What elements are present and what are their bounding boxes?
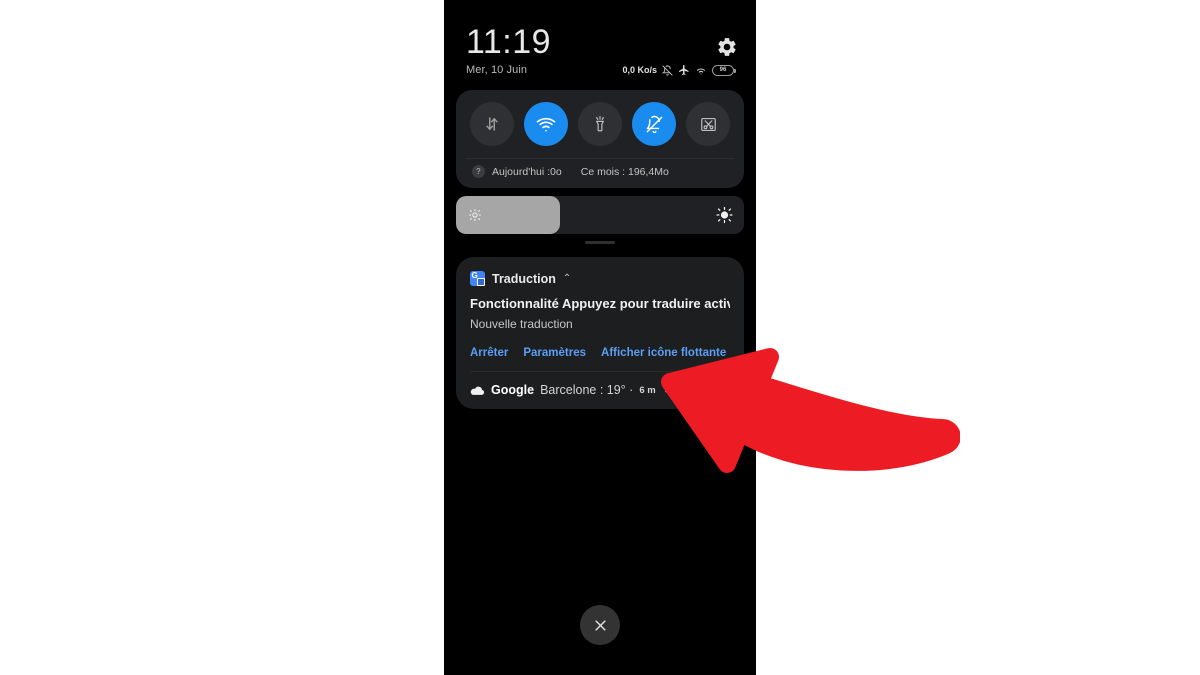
quick-settings-toggles <box>466 102 734 146</box>
close-icon <box>593 618 608 633</box>
weather-source-label: Google <box>491 383 535 397</box>
data-usage-row[interactable]: ? Aujourd'hui :0o Ce mois : 196,4Mo <box>466 158 734 180</box>
bell-off-icon <box>645 115 664 134</box>
brightness-low-icon <box>468 208 482 222</box>
qs-toggle-screenshot[interactable] <box>686 102 730 146</box>
data-transfer-icon <box>483 115 501 133</box>
shade-header: 11:19 Mer, 10 Juin 0,0 Ko/s 96 <box>444 0 756 76</box>
notification-app-row: G Traduction ⌃ <box>470 271 730 286</box>
flashlight-icon <box>591 115 609 133</box>
notification-action-show-floating-icon[interactable]: Afficher icône flottante <box>601 347 726 359</box>
gear-icon[interactable] <box>716 36 738 58</box>
date-status-row: Mer, 10 Juin 0,0 Ko/s 96 <box>466 64 736 76</box>
notification-action-settings[interactable]: Paramètres <box>523 347 586 359</box>
cloud-icon <box>470 385 485 396</box>
qs-toggle-wifi[interactable] <box>524 102 568 146</box>
brightness-slider[interactable] <box>456 196 744 234</box>
data-usage-today: Aujourd'hui :0o <box>492 165 562 178</box>
clock: 11:19 <box>466 23 552 61</box>
close-shade-button[interactable] <box>580 605 620 645</box>
weather-altitude: 6 m <box>639 384 656 396</box>
chevron-up-icon[interactable]: ⌃ <box>563 273 571 284</box>
notification-card[interactable]: G Traduction ⌃ Fonctionnalité Appuyez po… <box>456 257 744 409</box>
phone-screen: 11:19 Mer, 10 Juin 0,0 Ko/s 96 ? Aujourd… <box>444 0 756 675</box>
battery-percent-label: 96 <box>719 67 727 73</box>
help-icon: ? <box>472 165 485 178</box>
wifi-icon <box>695 64 707 76</box>
brightness-high-icon <box>716 206 733 224</box>
status-icon-tray: 0,0 Ko/s 96 <box>622 64 736 76</box>
qs-toggle-flashlight[interactable] <box>578 102 622 146</box>
data-usage-month: Ce mois : 196,4Mo <box>580 165 669 178</box>
airplane-mode-icon <box>678 64 690 76</box>
notification-app-name: Traduction <box>492 271 556 286</box>
scissors-frame-icon <box>699 115 718 134</box>
network-speed-label: 0,0 Ko/s <box>622 65 657 75</box>
weather-location-temp: Barcelone : 19° · <box>540 383 634 397</box>
google-translate-icon: G <box>470 271 485 286</box>
screenshot-canvas: 11:19 Mer, 10 Juin 0,0 Ko/s 96 ? Aujourd… <box>0 0 1200 675</box>
notification-subtitle: Nouvelle traduction <box>470 317 573 331</box>
notification-action-stop[interactable]: Arrêter <box>470 347 508 359</box>
alarm-off-icon <box>662 64 673 76</box>
quick-settings-panel: ? Aujourd'hui :0o Ce mois : 196,4Mo <box>456 90 744 188</box>
notification-title: Fonctionnalité Appuyez pour traduire act… <box>470 296 730 311</box>
notification-actions: Arrêter Paramètres Afficher icône flotta… <box>470 347 730 371</box>
translate-icon-square <box>476 277 485 286</box>
date-label: Mer, 10 Juin <box>466 64 528 76</box>
shade-drag-handle[interactable] <box>585 241 615 244</box>
chevron-down-icon[interactable]: ⌄ <box>663 385 671 396</box>
qs-toggle-silent-mode[interactable] <box>632 102 676 146</box>
weather-notification-row[interactable]: Google Barcelone : 19° · 6 m ⌄ <box>470 371 730 409</box>
battery-icon: 96 <box>712 64 736 76</box>
qs-toggle-mobile-data[interactable] <box>470 102 514 146</box>
wifi-icon <box>536 114 556 134</box>
